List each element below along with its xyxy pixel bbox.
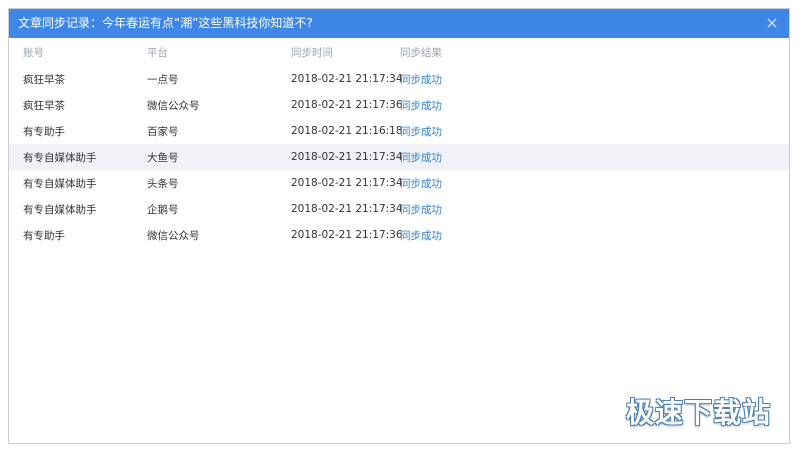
- cell-account: 有专自媒体助手: [23, 203, 97, 216]
- cell-sync-time: 2018-02-21 21:17:34: [291, 203, 403, 215]
- cell-sync-time: 2018-02-21 21:17:34: [291, 177, 403, 189]
- cell-platform: 百家号: [147, 125, 179, 138]
- table-header: 账号 平台 同步时间 同步结果: [9, 38, 789, 66]
- cell-platform: 微信公众号: [147, 229, 200, 242]
- cell-account: 有专自媒体助手: [23, 177, 97, 190]
- watermark-logo: 极速下载站: [625, 396, 771, 429]
- cell-sync-time: 2018-02-21 21:17:36: [291, 99, 403, 111]
- cell-sync-result-link[interactable]: 同步成功: [400, 92, 442, 118]
- cell-account: 有专自媒体助手: [23, 151, 97, 164]
- cell-platform: 大鱼号: [147, 151, 179, 164]
- cell-sync-time: 2018-02-21 21:17:36: [291, 229, 403, 241]
- table-row[interactable]: 有专助手 百家号 2018-02-21 21:16:18 同步成功: [9, 118, 789, 144]
- cell-sync-result-link[interactable]: 同步成功: [400, 196, 442, 222]
- table-row[interactable]: 有专自媒体助手 大鱼号 2018-02-21 21:17:34 同步成功: [9, 144, 789, 170]
- sync-record-dialog: 文章同步记录：今年春运有点“潮”这些黑科技你知道不? 账号 平台 同步时间 同步…: [8, 8, 790, 444]
- cell-sync-time: 2018-02-21 21:17:34: [291, 73, 403, 85]
- cell-platform: 微信公众号: [147, 99, 200, 112]
- cell-account: 疯狂早茶: [23, 73, 65, 86]
- table-row[interactable]: 疯狂早茶 一点号 2018-02-21 21:17:34 同步成功: [9, 66, 789, 92]
- dialog-title: 文章同步记录：今年春运有点“潮”这些黑科技你知道不?: [18, 16, 313, 30]
- cell-sync-result-link[interactable]: 同步成功: [400, 66, 442, 92]
- table-row[interactable]: 有专自媒体助手 头条号 2018-02-21 21:17:34 同步成功: [9, 170, 789, 196]
- dialog-titlebar: 文章同步记录：今年春运有点“潮”这些黑科技你知道不?: [9, 9, 789, 38]
- header-account: 账号: [23, 46, 44, 59]
- cell-account: 疯狂早茶: [23, 99, 65, 112]
- cell-platform: 一点号: [147, 73, 179, 86]
- cell-sync-result-link[interactable]: 同步成功: [400, 144, 442, 170]
- cell-sync-result-link[interactable]: 同步成功: [400, 222, 442, 248]
- cell-sync-result-link[interactable]: 同步成功: [400, 170, 442, 196]
- header-platform: 平台: [147, 46, 168, 59]
- cell-sync-time: 2018-02-21 21:17:34: [291, 151, 403, 163]
- cell-account: 有专助手: [23, 125, 65, 138]
- table-row[interactable]: 疯狂早茶 微信公众号 2018-02-21 21:17:36 同步成功: [9, 92, 789, 118]
- cell-account: 有专助手: [23, 229, 65, 242]
- table-row[interactable]: 有专自媒体助手 企鹅号 2018-02-21 21:17:34 同步成功: [9, 196, 789, 222]
- header-sync-time: 同步时间: [291, 46, 333, 59]
- cell-platform: 企鹅号: [147, 203, 179, 216]
- cell-platform: 头条号: [147, 177, 179, 190]
- header-sync-result: 同步结果: [400, 46, 442, 59]
- table-row[interactable]: 有专助手 微信公众号 2018-02-21 21:17:36 同步成功: [9, 222, 789, 248]
- cell-sync-time: 2018-02-21 21:16:18: [291, 125, 403, 137]
- sync-record-table: 账号 平台 同步时间 同步结果 疯狂早茶 一点号 2018-02-21 21:1…: [9, 38, 789, 248]
- cell-sync-result-link[interactable]: 同步成功: [400, 118, 442, 144]
- close-icon[interactable]: [763, 14, 781, 32]
